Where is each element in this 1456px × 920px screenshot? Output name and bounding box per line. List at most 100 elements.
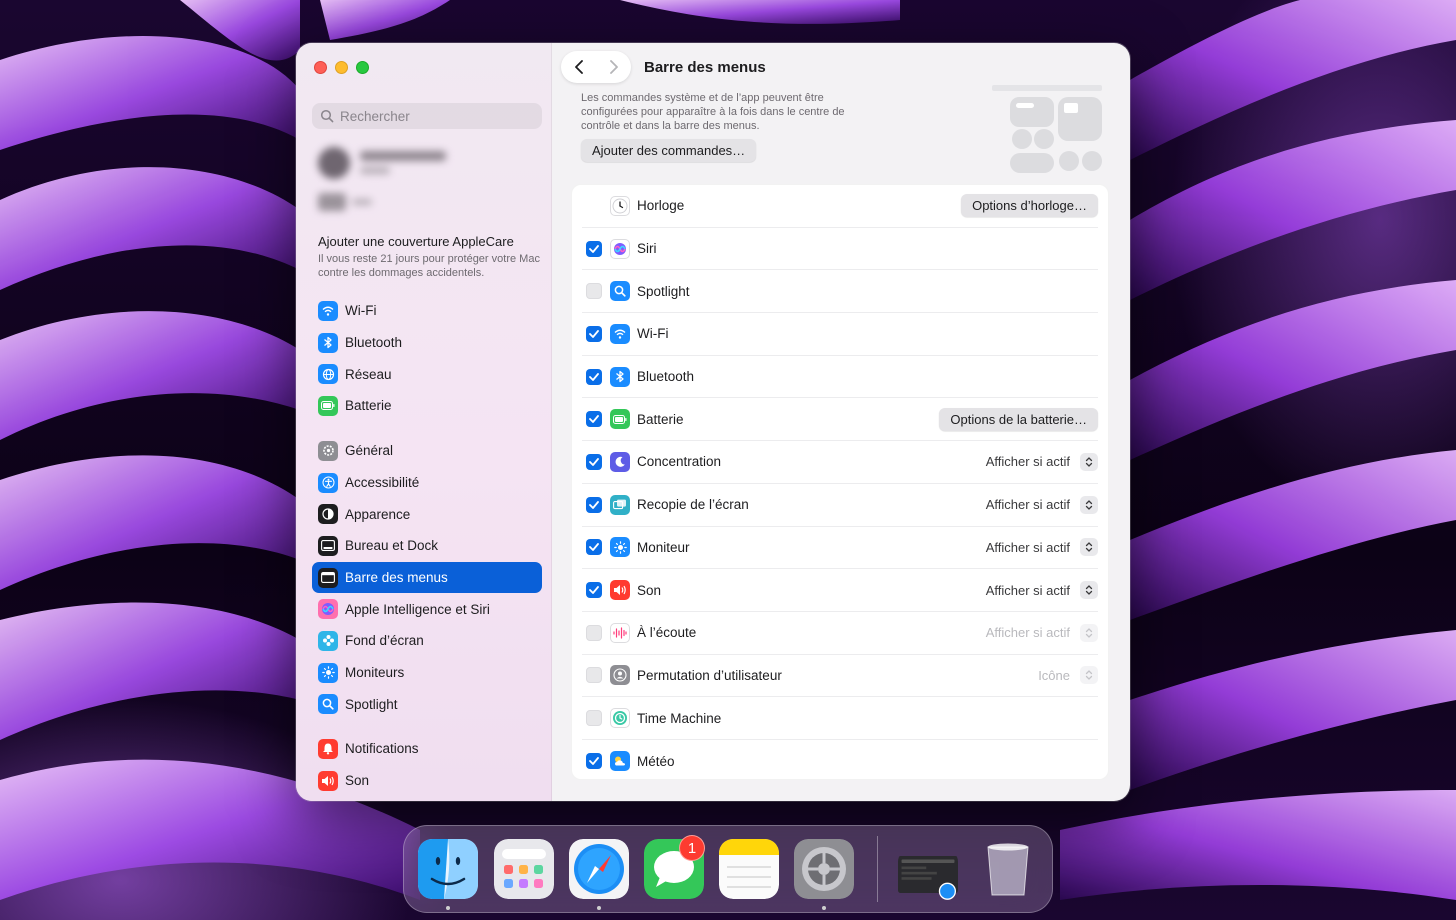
up-down-chevron-icon <box>1080 623 1098 642</box>
user-switch-icon <box>610 665 630 686</box>
safari-running-dot <box>597 906 601 910</box>
visibility-popup[interactable]: Afficher si actif <box>985 452 1098 471</box>
appearance-icon <box>318 504 338 525</box>
menubar-row-recopie-de-lecran: Recopie de l’écran Afficher si actif <box>582 484 1098 527</box>
back-button[interactable] <box>561 51 596 83</box>
checkbox[interactable] <box>586 325 602 342</box>
sidebar-item-accessibilite[interactable]: Accessibilité <box>312 467 542 499</box>
launchpad-icon[interactable] <box>494 839 554 899</box>
menubar-items-list: Horloge Options d’horloge… Siri Spotlight Wi… <box>571 184 1109 780</box>
magnifier-icon <box>318 694 338 715</box>
sidebar-item-reseau[interactable]: Réseau <box>312 358 542 390</box>
checkbox[interactable] <box>586 667 602 684</box>
speaker-icon <box>318 770 338 791</box>
sidebar-item-label: Bluetooth <box>345 335 403 351</box>
notes-icon[interactable] <box>719 839 779 899</box>
add-controls-button[interactable]: Ajouter des commandes… <box>581 139 757 162</box>
sidebar-group-system: Général Accessibilité Apparence Bureau et D… <box>312 435 542 720</box>
sidebar: Ajouter une couverture AppleCare Il vous… <box>296 43 552 801</box>
row-label: Time Machine <box>637 710 722 726</box>
checkbox[interactable] <box>586 240 602 257</box>
battery-icon <box>610 409 630 430</box>
sidebar-item-apple-intelligence-et-siri[interactable]: Apple Intelligence et Siri <box>312 593 542 625</box>
popup-value: Afficher si actif <box>985 539 1070 555</box>
sidebar-item-apparence[interactable]: Apparence <box>312 498 542 530</box>
checkmark-icon <box>589 543 599 552</box>
system-settings-icon[interactable] <box>794 839 854 899</box>
visibility-popup[interactable]: Afficher si actif <box>985 538 1098 557</box>
menubar-row-son: Son Afficher si actif <box>582 569 1098 612</box>
menubar-icon <box>318 567 338 588</box>
visibility-popup: Icône <box>1038 666 1098 685</box>
chevron-right-icon <box>609 60 618 74</box>
safari-icon[interactable] <box>569 839 629 899</box>
options-button[interactable]: Options de la batterie… <box>939 407 1098 431</box>
sidebar-item-moniteurs[interactable]: Moniteurs <box>312 657 542 689</box>
sidebar-item-label: Fond d’écran <box>345 633 424 649</box>
up-down-chevron-icon <box>1080 538 1098 557</box>
row-label: Spotlight <box>637 283 690 299</box>
window-controls <box>314 61 369 74</box>
sidebar-item-general[interactable]: Général <box>312 435 542 467</box>
sidebar-item-batterie[interactable]: Batterie <box>312 390 542 422</box>
row-label: Bluetooth <box>637 369 695 385</box>
popup-value: Afficher si actif <box>985 454 1070 470</box>
minimized-window-icon[interactable] <box>898 848 958 908</box>
sidebar-item-label: Général <box>345 443 394 459</box>
sidebar-item-notifications[interactable]: Notifications <box>312 733 542 765</box>
visibility-popup[interactable]: Afficher si actif <box>986 581 1098 600</box>
sun-icon <box>610 537 630 558</box>
checkbox[interactable] <box>586 368 602 385</box>
bluetooth-icon <box>318 332 338 353</box>
checkbox[interactable] <box>586 411 602 428</box>
checkbox[interactable] <box>586 283 602 300</box>
menubar-row-batterie: Batterie Options de la batterie… <box>582 398 1098 442</box>
up-down-chevron-icon <box>1080 452 1098 471</box>
speaker-icon <box>610 580 630 601</box>
search-field[interactable] <box>312 103 542 129</box>
sidebar-item-spotlight[interactable]: Spotlight <box>312 689 542 721</box>
globe-icon <box>318 364 338 385</box>
sidebar-item-barre-des-menus[interactable]: Barre des menus <box>312 561 542 594</box>
checkbox[interactable] <box>586 582 602 599</box>
trash-icon[interactable] <box>978 839 1038 899</box>
dock-icon <box>318 535 338 556</box>
siri-icon <box>610 238 630 259</box>
sidebar-item-bluetooth[interactable]: Bluetooth <box>312 327 542 359</box>
apple-account-blurred[interactable] <box>316 143 466 223</box>
accessibility-icon <box>318 472 338 493</box>
sidebar-item-label: Notifications <box>345 741 419 757</box>
checkbox[interactable] <box>586 496 602 513</box>
sidebar-item-son[interactable]: Son <box>312 765 542 797</box>
checkmark-icon <box>589 500 599 509</box>
sidebar-item-label: Bureau et Dock <box>345 538 439 554</box>
clock-icon <box>610 195 630 216</box>
control-center-illustration-icon <box>888 83 1108 173</box>
sidebar-item-label: Accessibilité <box>345 475 420 491</box>
up-down-chevron-icon <box>1080 581 1098 600</box>
checkbox[interactable] <box>586 753 602 770</box>
sidebar-item-fond-decran[interactable]: Fond d’écran <box>312 625 542 657</box>
options-button[interactable]: Options d’horloge… <box>961 194 1098 218</box>
forward-button[interactable] <box>596 51 631 83</box>
zoom-button[interactable] <box>356 61 369 74</box>
checkbox[interactable] <box>586 710 602 727</box>
applecare-banner[interactable]: Ajouter une couverture AppleCare Il vous… <box>318 234 540 280</box>
search-input[interactable] <box>340 108 530 124</box>
finder-icon[interactable] <box>418 839 478 899</box>
sidebar-group-connectivity: Wi-Fi Bluetooth Réseau Batterie <box>312 295 542 422</box>
page-title: Barre des menus <box>644 59 766 76</box>
sidebar-item-wi-fi[interactable]: Wi-Fi <box>312 295 542 327</box>
minimize-button[interactable] <box>335 61 348 74</box>
up-down-chevron-icon <box>1080 495 1098 514</box>
checkbox[interactable] <box>586 624 602 641</box>
checkbox-placeholder <box>586 198 602 214</box>
visibility-popup[interactable]: Afficher si actif <box>986 495 1098 514</box>
close-button[interactable] <box>314 61 327 74</box>
sidebar-item-label: Batterie <box>345 398 392 414</box>
checkbox[interactable] <box>586 539 602 556</box>
checkbox[interactable] <box>586 453 602 470</box>
sidebar-item-bureau-et-dock[interactable]: Bureau et Dock <box>312 530 542 562</box>
sidebar-group-notifications: Notifications Son <box>312 733 542 796</box>
system-settings-window: Ajouter une couverture AppleCare Il vous… <box>296 43 1130 801</box>
